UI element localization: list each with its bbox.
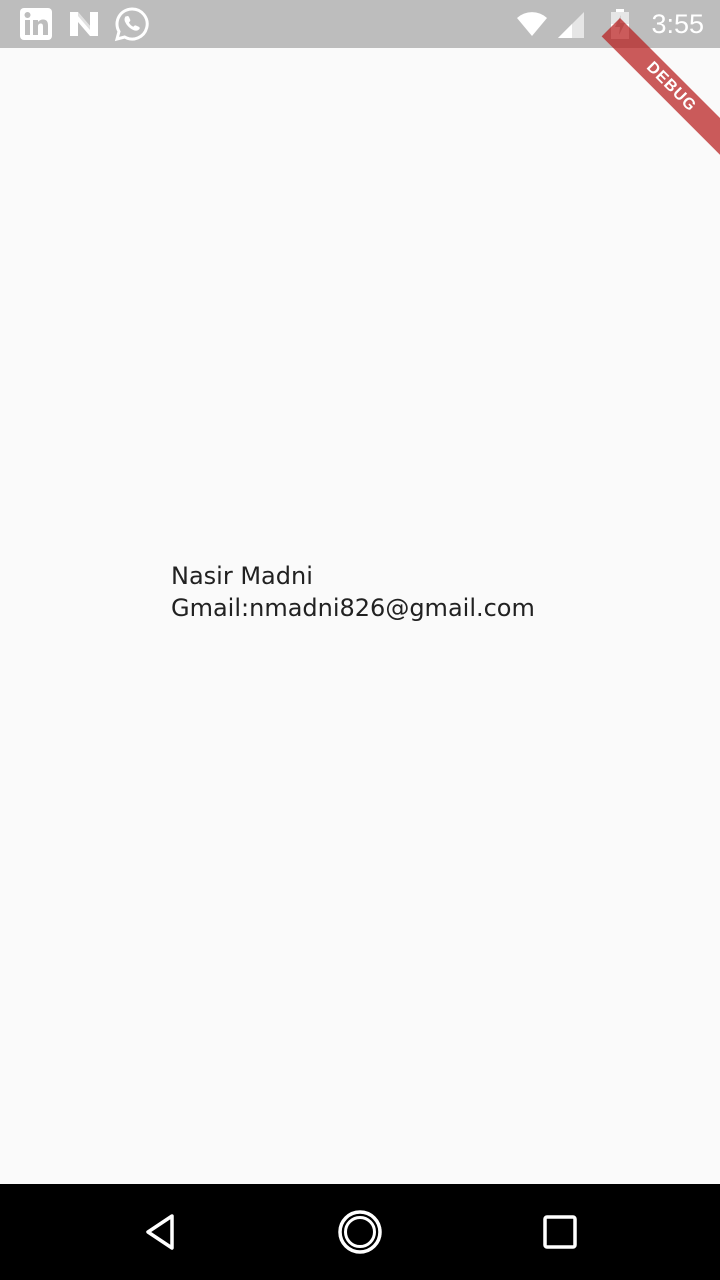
- profile-name: Nasir Madni: [171, 562, 313, 590]
- navigation-bar: [0, 1184, 720, 1280]
- profile-email: Gmail:nmadni826@gmail.com: [171, 594, 535, 622]
- whatsapp-icon: [114, 6, 150, 42]
- profile-info: Nasir Madni Gmail:nmadni826@gmail.com: [171, 560, 535, 624]
- home-icon[interactable]: [336, 1208, 384, 1256]
- status-time: 3:55: [651, 9, 704, 39]
- recents-icon[interactable]: [536, 1208, 584, 1256]
- linkedin-icon: [18, 6, 54, 42]
- signal-icon: [554, 6, 590, 42]
- wifi-icon: [514, 6, 550, 42]
- back-icon[interactable]: [136, 1208, 184, 1256]
- main-content: Nasir Madni Gmail:nmadni826@gmail.com: [0, 48, 720, 1184]
- n-app-icon: [66, 6, 102, 42]
